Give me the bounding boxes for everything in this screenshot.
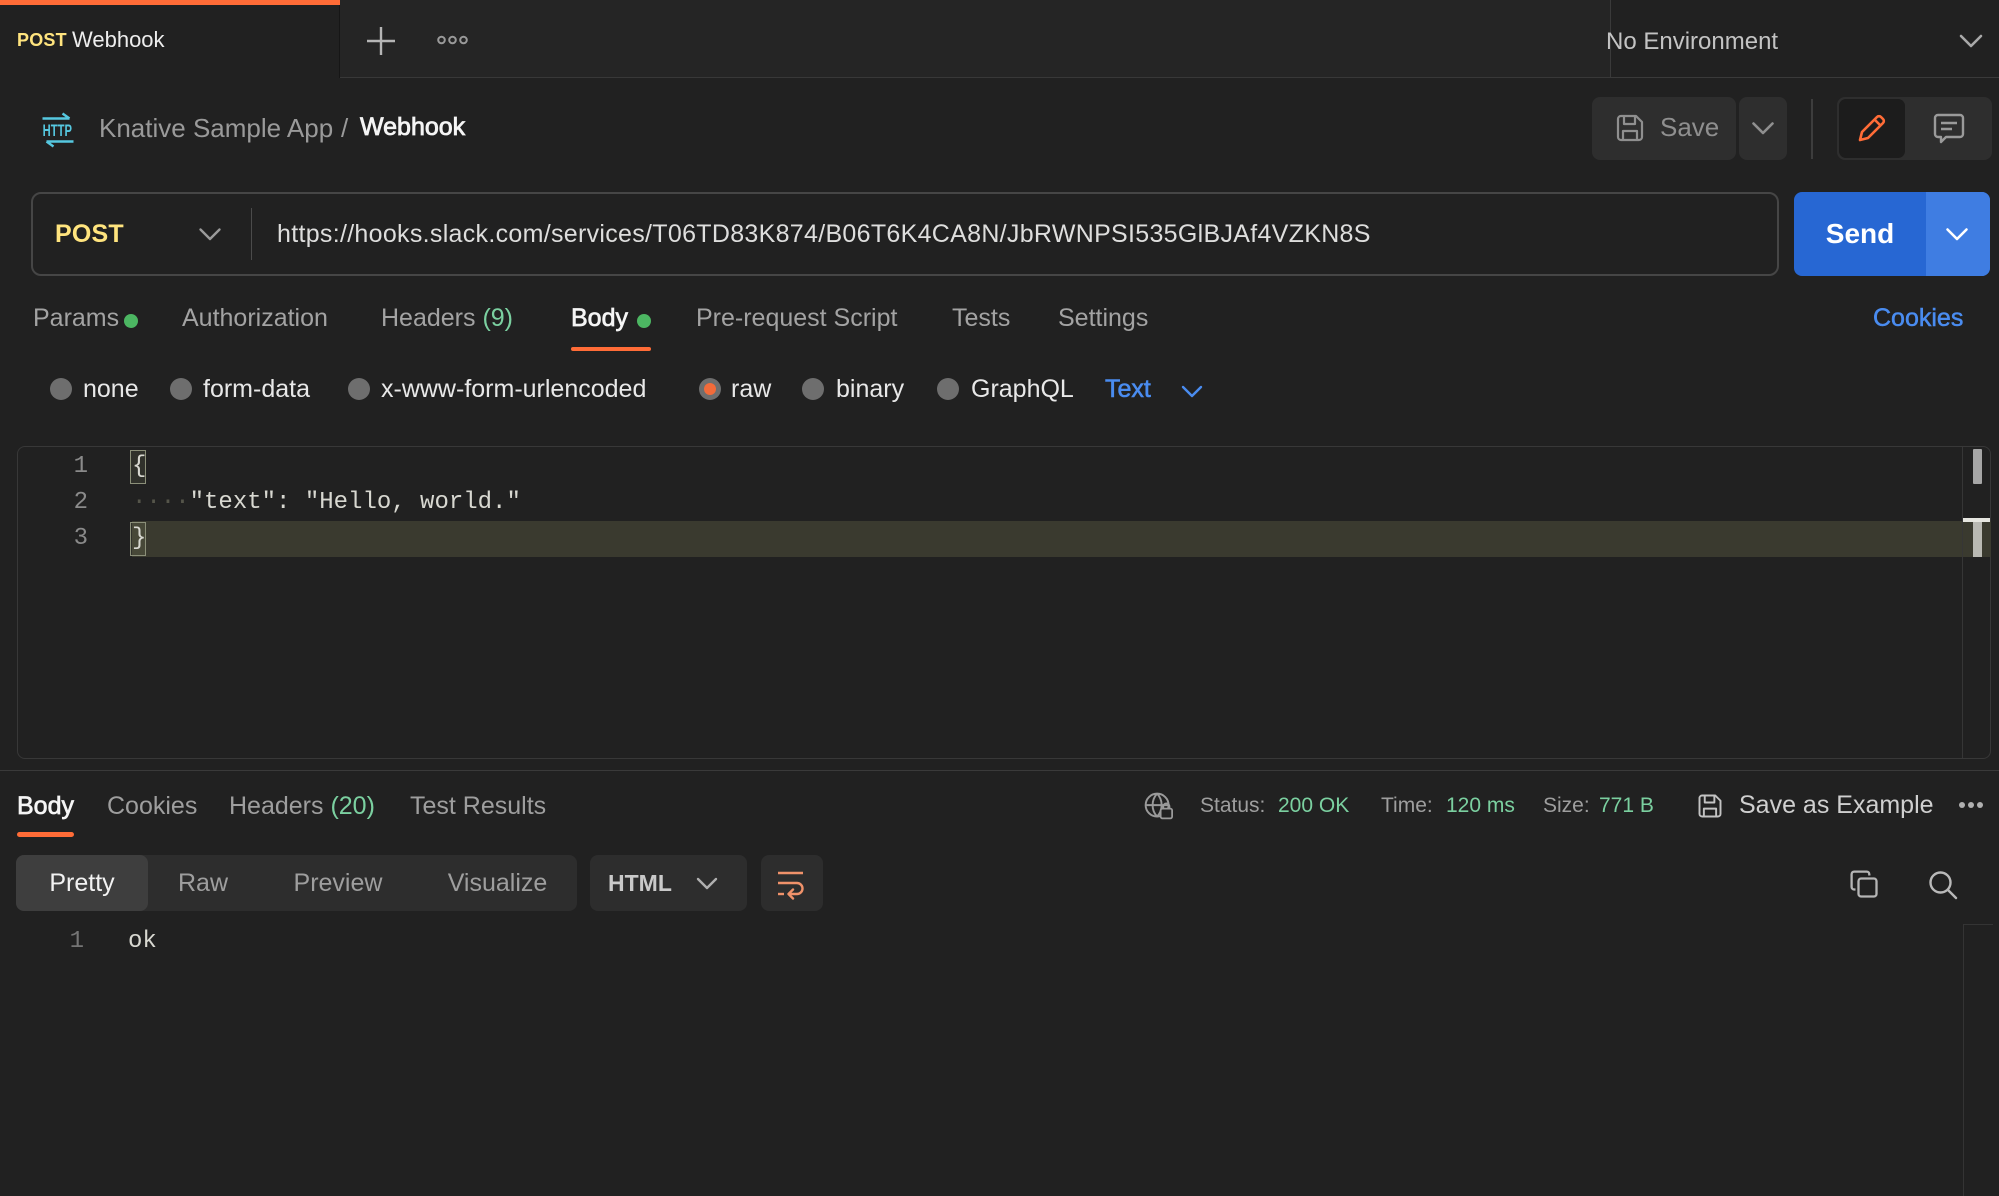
svg-text:HTTP: HTTP — [43, 121, 72, 140]
